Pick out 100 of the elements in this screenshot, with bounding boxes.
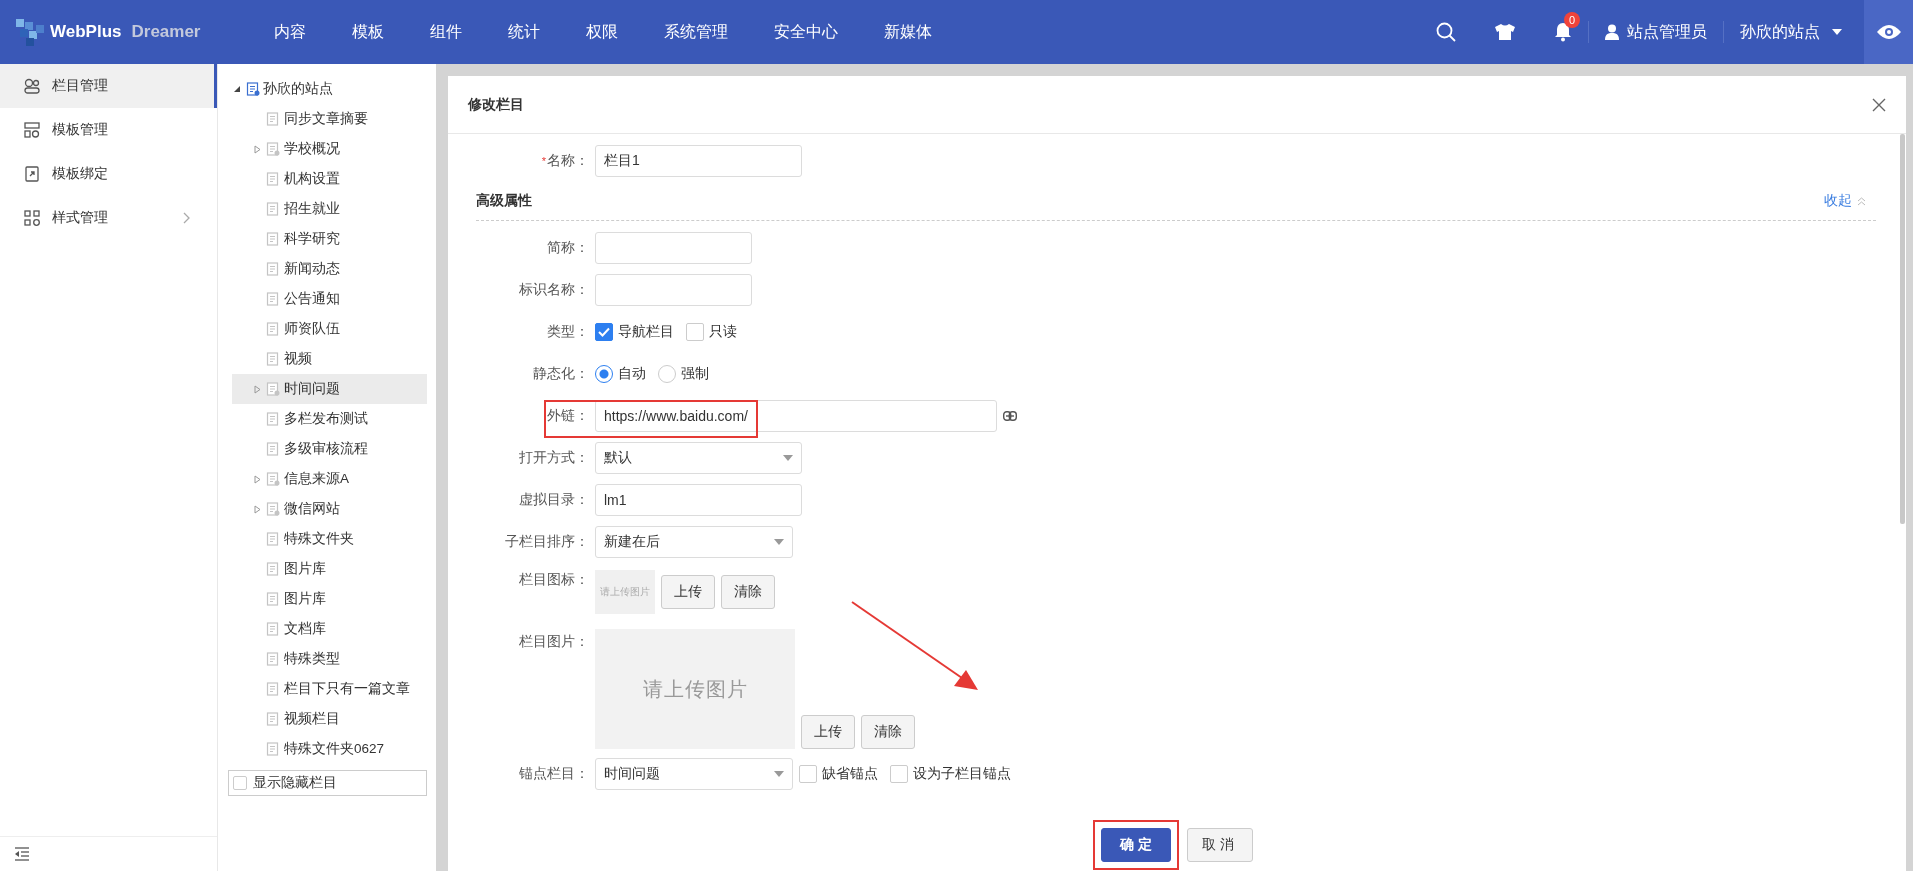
expand-triangle-icon[interactable] [254, 144, 261, 154]
document-icon [266, 532, 280, 546]
name-input[interactable]: 栏目1 [595, 145, 802, 177]
sidebar-item[interactable]: 模板管理 [0, 108, 217, 152]
field-label: 栏目图标： [519, 572, 589, 587]
tree-node[interactable]: 学校概况 [232, 134, 427, 164]
expanded-triangle-icon[interactable] [233, 85, 241, 93]
cancel-button[interactable]: 取消 [1187, 828, 1253, 862]
nav-menu-item[interactable]: 组件 [407, 0, 485, 64]
menu-icon [24, 122, 40, 138]
field-label: 静态化： [533, 366, 589, 381]
field-label: 外链： [547, 408, 589, 423]
checkbox[interactable] [799, 765, 817, 783]
sidebar-item[interactable]: 样式管理 [0, 196, 217, 240]
document-icon [266, 682, 280, 696]
document-icon [266, 352, 280, 366]
tree-node[interactable]: 时间问题 [232, 374, 427, 404]
tree-node[interactable]: 公告通知 [232, 284, 427, 314]
tree-node[interactable]: 视频栏目 [232, 704, 427, 734]
tree-node[interactable]: 孙欣的站点 [218, 74, 436, 104]
tree-node[interactable]: 视频 [232, 344, 427, 374]
expand-triangle-icon[interactable] [254, 384, 261, 394]
tree-node[interactable]: 招生就业 [232, 194, 427, 224]
radio-label: 强制 [681, 365, 709, 383]
dropdown[interactable]: 时间问题 [595, 758, 793, 790]
nav-menu-item[interactable]: 新媒体 [861, 0, 955, 64]
document-icon [266, 562, 280, 576]
tree-node[interactable]: 多栏发布测试 [232, 404, 427, 434]
text-input[interactable] [595, 274, 752, 306]
site-dropdown[interactable]: 孙欣的站点 [1724, 21, 1858, 43]
document-icon [266, 712, 280, 726]
upload-button[interactable]: 上传 [661, 575, 715, 609]
tree-node[interactable]: 图片库 [232, 554, 427, 584]
tree-node[interactable]: 微信网站 [232, 494, 427, 524]
scrollbar-thumb[interactable] [1900, 134, 1905, 524]
radio-button[interactable] [658, 365, 676, 383]
checkbox[interactable] [686, 323, 704, 341]
tree-node[interactable]: 特殊类型 [232, 644, 427, 674]
bell-icon[interactable] [1554, 22, 1572, 42]
confirm-button[interactable]: 确定 [1101, 828, 1171, 862]
checkbox[interactable] [233, 776, 247, 790]
preview-button[interactable] [1864, 0, 1913, 64]
dialog-title: 修改栏目 [468, 95, 524, 114]
tree-node[interactable]: 图片库 [232, 584, 427, 614]
nav-menu-item[interactable]: 安全中心 [751, 0, 861, 64]
upload-button[interactable]: 清除 [721, 575, 775, 609]
collapse-link[interactable]: 收起 [1824, 192, 1866, 210]
upload-button[interactable]: 清除 [861, 715, 915, 749]
tree-node[interactable]: 栏目下只有一篇文章 [232, 674, 427, 704]
radio-label: 自动 [618, 365, 646, 383]
tree-node[interactable]: 科学研究 [232, 224, 427, 254]
nav-menu-item[interactable]: 统计 [485, 0, 563, 64]
document-icon [266, 142, 280, 156]
tree-node[interactable]: 信息来源A [232, 464, 427, 494]
expand-triangle-icon[interactable] [254, 474, 261, 484]
document-icon [266, 202, 280, 216]
nav-menu-item[interactable]: 系统管理 [641, 0, 751, 64]
radio-button[interactable] [595, 365, 613, 383]
checkbox[interactable] [890, 765, 908, 783]
shirt-icon[interactable] [1494, 23, 1516, 41]
expand-triangle-icon[interactable] [254, 504, 261, 514]
nav-menu-item[interactable]: 内容 [251, 0, 329, 64]
user-icon [1605, 24, 1619, 40]
logo-text: WebPlus [50, 22, 122, 42]
document-icon [266, 262, 280, 276]
text-input[interactable] [595, 232, 752, 264]
checkbox-label: 显示隐藏栏目 [253, 774, 337, 792]
tree-node[interactable]: 机构设置 [232, 164, 427, 194]
checkbox[interactable] [595, 323, 613, 341]
chevron-right-icon [183, 212, 191, 224]
field-label: 类型： [547, 324, 589, 339]
link-icon[interactable] [1003, 411, 1017, 421]
tree-node[interactable]: 新闻动态 [232, 254, 427, 284]
tree-node[interactable]: 特殊文件夹0627 [232, 734, 427, 764]
nav-menu-item[interactable]: 权限 [563, 0, 641, 64]
product-name: Dreamer [131, 22, 201, 42]
field-label: 简称： [547, 240, 589, 255]
dropdown[interactable]: 默认 [595, 442, 802, 474]
caret-icon [783, 455, 793, 461]
dropdown[interactable]: 新建在后 [595, 526, 793, 558]
double-chevron-up-icon [1857, 196, 1866, 206]
text-input[interactable]: lm1 [595, 484, 802, 516]
tree-node[interactable]: 多级审核流程 [232, 434, 427, 464]
nav-menu-item[interactable]: 模板 [329, 0, 407, 64]
sidebar-item[interactable]: 模板绑定 [0, 152, 217, 196]
user-menu[interactable]: 站点管理员 [1589, 21, 1723, 43]
menu-icon [24, 78, 40, 94]
tree-node[interactable]: 同步文章摘要 [232, 104, 427, 134]
close-icon[interactable] [1872, 97, 1886, 112]
tree-node[interactable]: 文档库 [232, 614, 427, 644]
url-input[interactable]: https://www.baidu.com/ [595, 400, 997, 432]
upload-button[interactable]: 上传 [801, 715, 855, 749]
tree-node[interactable]: 特殊文件夹 [232, 524, 427, 554]
collapse-menu-icon[interactable] [14, 847, 30, 861]
document-icon [266, 742, 280, 756]
search-icon[interactable] [1436, 22, 1456, 42]
document-icon [266, 172, 280, 186]
show-hidden-option[interactable]: 显示隐藏栏目 [228, 770, 427, 796]
sidebar-item[interactable]: 栏目管理 [0, 64, 217, 108]
tree-node[interactable]: 师资队伍 [232, 314, 427, 344]
